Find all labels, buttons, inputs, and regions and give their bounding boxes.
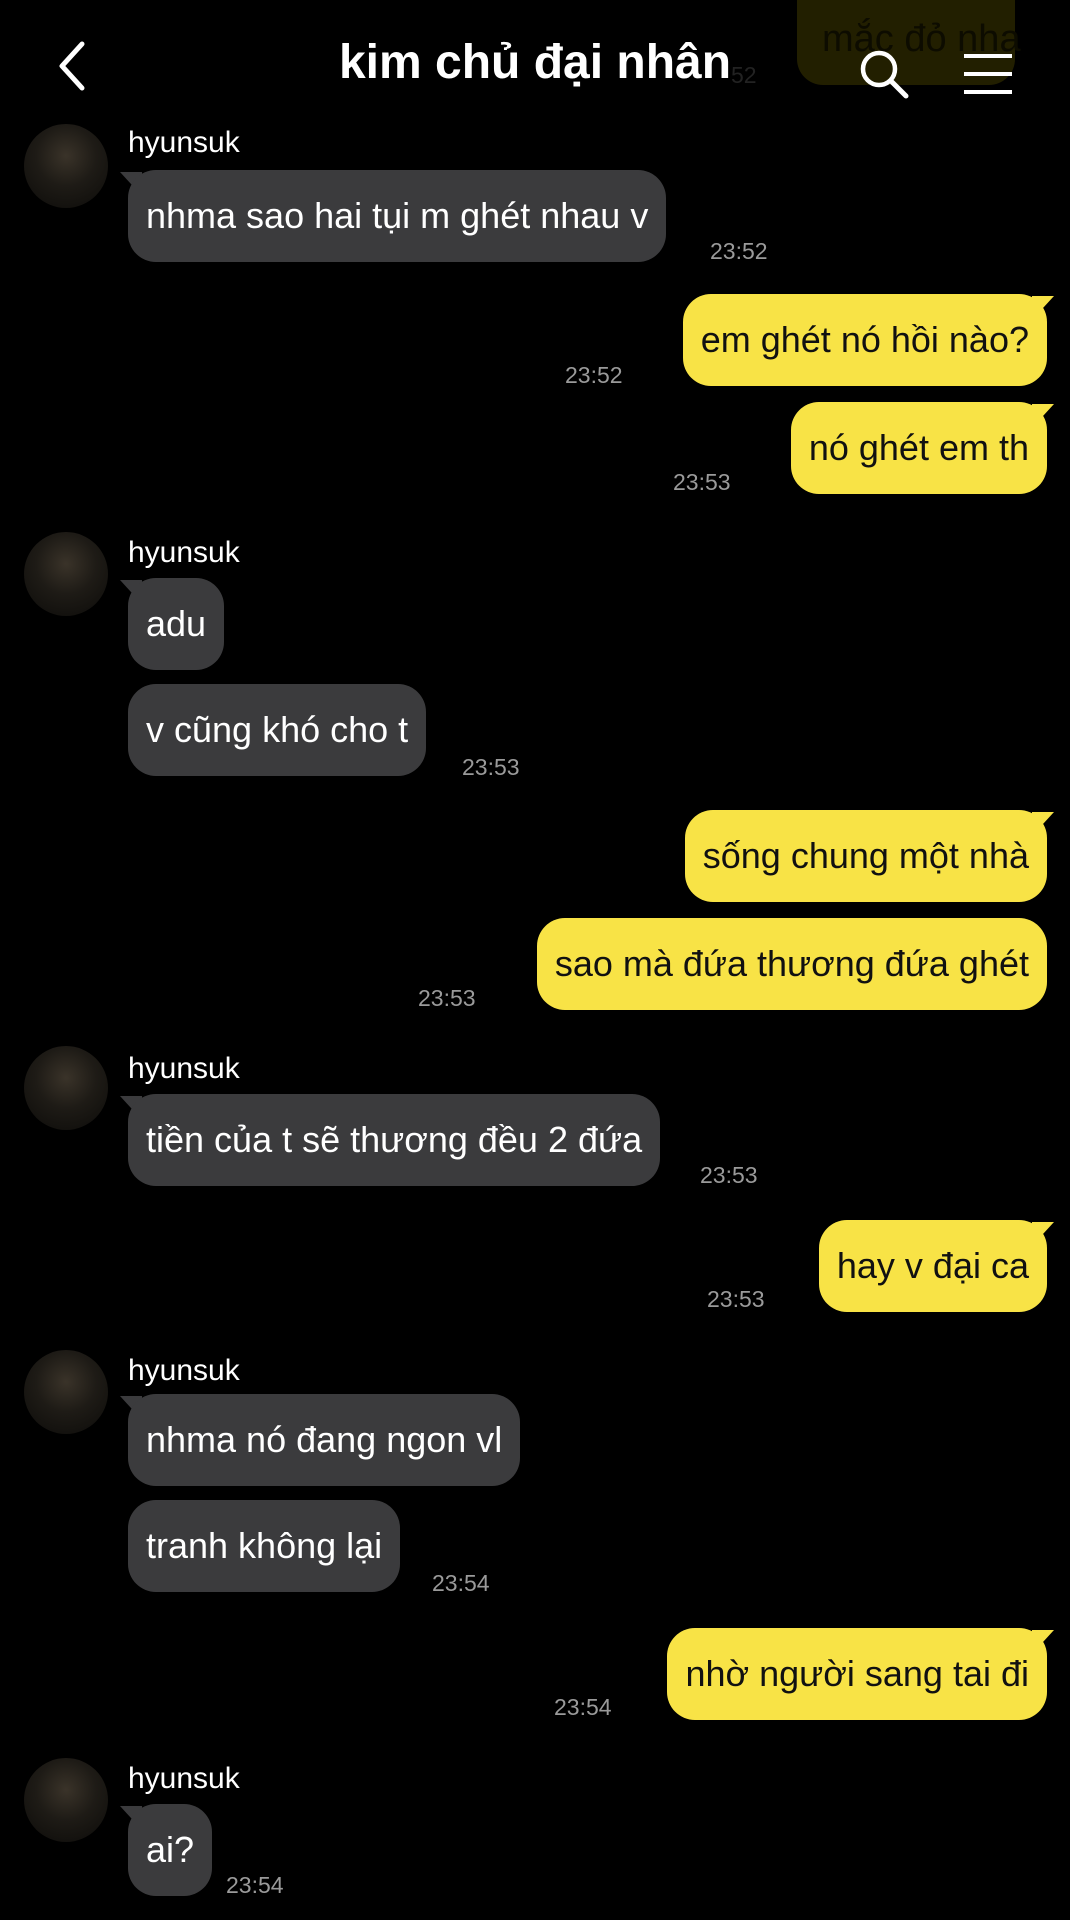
back-button[interactable] <box>50 36 100 96</box>
message-time: 23:52 <box>565 362 623 388</box>
avatar[interactable] <box>24 1350 108 1434</box>
message-time: 23:53 <box>673 469 731 495</box>
message-time: 23:54 <box>554 1694 612 1720</box>
avatar[interactable] <box>24 124 108 208</box>
avatar[interactable] <box>24 532 108 616</box>
sender-name: hyunsuk <box>128 1354 240 1387</box>
message-time: 23:53 <box>462 754 520 780</box>
message-bubble[interactable]: sống chung một nhà <box>684 810 1047 902</box>
search-icon <box>860 50 909 99</box>
message-bubble[interactable]: nhma nó đang ngon vl <box>128 1394 521 1486</box>
message-bubble[interactable]: adu <box>128 578 225 670</box>
message-bubble[interactable]: nó ghét em th <box>790 402 1047 494</box>
message-time: 23:52 <box>710 238 768 264</box>
sender-name: hyunsuk <box>128 536 240 569</box>
message-bubble[interactable]: tiền của t sẽ thương đều 2 đứa <box>128 1094 661 1186</box>
sender-name: hyunsuk <box>128 1052 240 1085</box>
message-bubble[interactable]: sao mà đứa thương đứa ghét <box>536 918 1047 1010</box>
menu-icon <box>964 54 1012 94</box>
message-bubble[interactable]: ai? <box>128 1804 213 1896</box>
message-time: 23:53 <box>707 1286 765 1312</box>
avatar[interactable] <box>24 1046 108 1130</box>
sender-name: hyunsuk <box>128 126 240 159</box>
chevron-left-icon <box>59 41 85 91</box>
message-bubble[interactable]: v cũng khó cho t <box>128 684 427 776</box>
message-bubble[interactable]: tranh không lại <box>128 1500 401 1592</box>
menu-button[interactable] <box>962 52 1014 96</box>
message-bubble[interactable]: nhờ người sang tai đi <box>667 1628 1047 1720</box>
message-time: 23:53 <box>700 1162 758 1188</box>
message-time: 23:53 <box>418 985 476 1011</box>
message-time: 23:54 <box>432 1570 490 1596</box>
message-bubble[interactable]: hay v đại ca <box>818 1220 1047 1312</box>
avatar[interactable] <box>24 1758 108 1842</box>
message-bubble[interactable]: em ghét nó hồi nào? <box>682 294 1047 386</box>
search-button[interactable] <box>858 48 910 100</box>
sender-name: hyunsuk <box>128 1762 240 1795</box>
message-time: 23:54 <box>226 1872 284 1898</box>
message-bubble[interactable]: nhma sao hai tụi m ghét nhau v <box>128 170 667 262</box>
